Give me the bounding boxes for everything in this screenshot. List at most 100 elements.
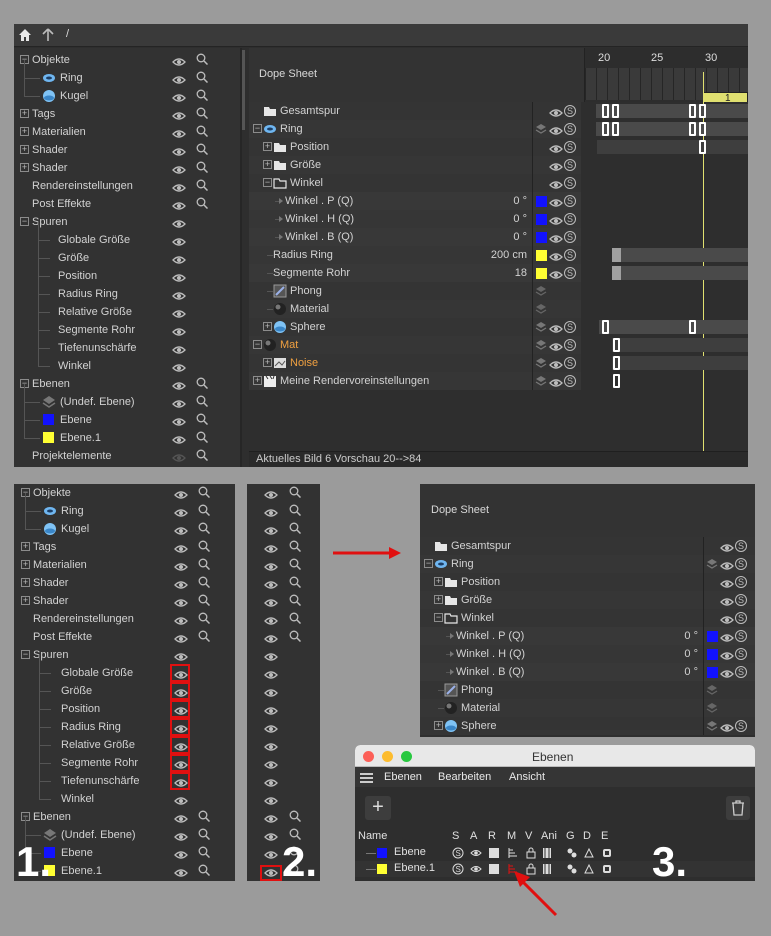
tree-row[interactable]: Ebene: [14, 402, 240, 429]
dope-sheet-row[interactable]: Phong: [420, 681, 755, 699]
home-icon[interactable]: [18, 28, 32, 42]
dope-sheet-row[interactable]: Winkel . H (Q) 0 ° S: [249, 210, 581, 228]
visibility-row[interactable]: [247, 592, 320, 610]
eye-icon[interactable]: [174, 812, 188, 823]
eye-icon[interactable]: [264, 740, 278, 751]
keyframe[interactable]: [613, 356, 620, 370]
layer-stack-icon[interactable]: [706, 702, 718, 714]
tree-row[interactable]: Position: [14, 691, 235, 718]
keyframe[interactable]: [612, 104, 619, 118]
tree-row[interactable]: Post Effekte: [14, 628, 235, 646]
tree-row[interactable]: Winkel: [14, 781, 235, 808]
search-icon[interactable]: [289, 486, 302, 499]
dope-sheet-row[interactable]: Winkel . H (Q) 0 ° S: [420, 645, 755, 663]
eye-icon[interactable]: [720, 667, 734, 678]
layer-stack-icon[interactable]: [535, 357, 547, 369]
keyframe[interactable]: [602, 122, 609, 136]
visibility-row[interactable]: [247, 502, 320, 520]
search-icon[interactable]: [196, 107, 209, 120]
eye-icon[interactable]: [172, 307, 186, 318]
menu-bearbeiten[interactable]: Bearbeiten: [438, 771, 491, 783]
eye-icon[interactable]: [549, 340, 563, 351]
keyframe[interactable]: [699, 122, 706, 136]
collapse-toggle[interactable]: −: [263, 178, 272, 187]
keyframe[interactable]: [689, 122, 696, 136]
generator-icon[interactable]: [566, 847, 578, 859]
dope-sheet-row[interactable]: Material: [420, 699, 755, 717]
eye-icon[interactable]: [172, 415, 186, 426]
search-icon[interactable]: [196, 413, 209, 426]
visibility-row[interactable]: [247, 538, 320, 556]
visibility-row[interactable]: [247, 574, 320, 592]
keyframe[interactable]: [602, 104, 609, 118]
deformer-icon[interactable]: [583, 863, 595, 875]
visibility-row[interactable]: [247, 484, 320, 502]
tree-row[interactable]: Ring: [14, 493, 235, 520]
visibility-row[interactable]: [247, 754, 320, 772]
track-bar[interactable]: [599, 320, 748, 334]
dope-sheet-row[interactable]: Winkel . B (Q) 0 ° S: [249, 228, 581, 246]
menu-ansicht[interactable]: Ansicht: [509, 771, 545, 783]
hamburger-icon[interactable]: [360, 773, 373, 783]
layer-stack-icon[interactable]: [535, 123, 547, 135]
visibility-row[interactable]: [247, 682, 320, 700]
eye-icon[interactable]: [172, 361, 186, 372]
expand-toggle[interactable]: +: [21, 542, 30, 551]
dope-sheet-row[interactable]: + Größe S: [249, 156, 581, 174]
eye-icon[interactable]: [549, 142, 563, 153]
eye-icon[interactable]: [549, 376, 563, 387]
layer-color-swatch[interactable]: [536, 232, 547, 243]
tree-row[interactable]: + Shader: [14, 574, 235, 592]
solo-icon[interactable]: S: [564, 375, 576, 387]
eye-icon[interactable]: [172, 451, 186, 462]
solo-icon[interactable]: S: [564, 267, 576, 279]
eye-icon[interactable]: [172, 55, 186, 66]
eye-icon[interactable]: [172, 397, 186, 408]
manager-icon[interactable]: [507, 847, 519, 859]
expand-toggle[interactable]: +: [263, 358, 272, 367]
column-header[interactable]: D: [583, 830, 591, 842]
eye-icon[interactable]: [549, 358, 563, 369]
solo-icon[interactable]: S: [564, 177, 576, 189]
search-icon[interactable]: [196, 377, 209, 390]
solo-icon[interactable]: S: [452, 847, 464, 859]
visibility-row[interactable]: [247, 556, 320, 574]
eye-icon[interactable]: [264, 596, 278, 607]
dope-sheet-row[interactable]: Phong: [249, 282, 581, 300]
tree-row[interactable]: Tiefenunschärfe: [14, 330, 240, 357]
eye-icon[interactable]: [549, 232, 563, 243]
eye-icon[interactable]: [264, 668, 278, 679]
tree-row[interactable]: Radius Ring: [14, 276, 240, 303]
visibility-row[interactable]: [247, 790, 320, 808]
eye-icon[interactable]: [264, 614, 278, 625]
deformer-icon[interactable]: [583, 847, 595, 859]
eye-icon[interactable]: [264, 686, 278, 697]
layer-color-swatch[interactable]: [707, 631, 718, 642]
eye-icon[interactable]: [172, 253, 186, 264]
eye-icon[interactable]: [174, 488, 188, 499]
keyframe[interactable]: [689, 320, 696, 334]
solo-icon[interactable]: S: [564, 123, 576, 135]
tree-row[interactable]: − Ebenen: [14, 808, 235, 826]
eye-icon[interactable]: [174, 542, 188, 553]
eye-icon[interactable]: [264, 578, 278, 589]
layer-stack-icon[interactable]: [535, 321, 547, 333]
delete-layer-button[interactable]: [726, 796, 750, 820]
tree-row[interactable]: − Spuren: [14, 213, 240, 231]
search-icon[interactable]: [196, 395, 209, 408]
tree-row[interactable]: Winkel: [14, 348, 240, 375]
search-icon[interactable]: [289, 594, 302, 607]
expand-toggle[interactable]: +: [20, 145, 29, 154]
expression-icon[interactable]: [601, 863, 613, 875]
solo-icon[interactable]: S: [735, 594, 747, 606]
expand-toggle[interactable]: +: [20, 127, 29, 136]
dope-sheet-row[interactable]: − Ring S: [420, 555, 755, 573]
eye-icon[interactable]: [720, 631, 734, 642]
column-header[interactable]: R: [488, 830, 496, 842]
tree-row[interactable]: + Tags: [14, 538, 235, 556]
layer-stack-icon[interactable]: [535, 339, 547, 351]
zoom-button[interactable]: [401, 751, 412, 762]
layer-color-swatch[interactable]: [536, 214, 547, 225]
eye-icon[interactable]: [720, 577, 734, 588]
eye-icon[interactable]: [172, 289, 186, 300]
